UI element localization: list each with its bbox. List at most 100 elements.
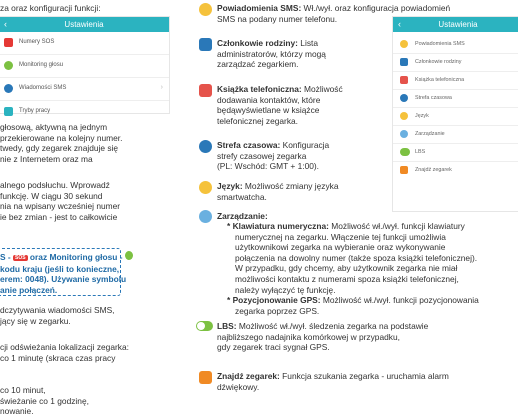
section-family: Członkowie rodziny: Lista administratoró… bbox=[217, 38, 326, 70]
text-line: Możliwość wł./wył. śledzenia zegarka na … bbox=[236, 321, 429, 331]
left-phone-header: ‹ Ustawienia bbox=[0, 17, 169, 32]
settings-item-label: Znajdź zegarek bbox=[415, 167, 452, 173]
subsection-title: * Pozycjonowanie GPS: bbox=[227, 295, 321, 306]
settings-item-language[interactable]: Język bbox=[393, 108, 518, 126]
text-line: nia na wpisany wcześniej numer bbox=[0, 201, 121, 212]
right-phone-title: Ustawienia bbox=[438, 20, 478, 29]
note-box-text: S - SOS oraz Monitoring głosu - kodu kra… bbox=[0, 251, 133, 295]
text-line: alnego podsłuchu. Wprowadź bbox=[0, 180, 110, 190]
settings-item-lbs[interactable]: LBS bbox=[393, 144, 518, 162]
note-line: S - SOS oraz Monitoring głosu - bbox=[0, 251, 133, 264]
settings-item-sos-numbers[interactable]: Numery SOS bbox=[0, 32, 169, 55]
manage-icon bbox=[199, 210, 212, 223]
language-icon bbox=[400, 112, 408, 120]
settings-item-timezone[interactable]: Strefa czasowa bbox=[393, 90, 518, 108]
section-manage: Zarządzanie: bbox=[217, 211, 268, 222]
text-line: strefy czasowej zegarka bbox=[217, 150, 307, 161]
sos-icon bbox=[4, 38, 13, 47]
right-phone-screen: ‹ Ustawienia Powiadomienia SMS Członkowi… bbox=[392, 16, 518, 212]
text-line: co 1 minutę (skraca czas pracy bbox=[0, 352, 116, 363]
text-line: numerycznej na zegarku. Włączenie tej fu… bbox=[235, 231, 446, 242]
text-line: świeżanie co 1 godzinę, bbox=[0, 395, 89, 406]
text-line: dźwiękowy. bbox=[217, 381, 260, 392]
settings-item-label: Strefa czasowa bbox=[415, 95, 452, 101]
text-line: Wł./wył. oraz konfiguracja powiadomień bbox=[301, 3, 451, 13]
find-watch-icon bbox=[400, 166, 408, 174]
section-lbs: LBS: Możliwość wł./wył. śledzenia zegark… bbox=[217, 321, 428, 353]
text-line: Lista bbox=[297, 38, 318, 48]
text-line: administratorów, którzy mogą bbox=[217, 48, 326, 59]
text-line: co 10 minut, bbox=[0, 385, 46, 395]
section-title: Strefa czasowa: bbox=[217, 140, 281, 150]
section-title: Zarządzanie: bbox=[217, 211, 268, 221]
right-phone-header: ‹ Ustawienia bbox=[393, 17, 518, 32]
toggle-icon bbox=[400, 148, 410, 156]
clock-icon bbox=[199, 140, 212, 153]
text-line: Możliwość wł./wył. funkcji pozycjonowani… bbox=[320, 295, 479, 306]
left-para5: co 10 minut, świeżanie co 1 godzinę, now… bbox=[0, 385, 89, 417]
left-para1: głosową, aktywną na jednym przekierowane… bbox=[0, 122, 122, 164]
settings-item-work-modes[interactable]: Tryby pracy bbox=[0, 101, 169, 123]
text-line: twedy, gdy zegarek znajduje się bbox=[0, 143, 119, 154]
back-arrow-icon[interactable]: ‹ bbox=[398, 17, 401, 32]
text-line: cji odświeżania lokalizacji zegarka: bbox=[0, 342, 129, 352]
text-line: zarządzać zegarkiem. bbox=[217, 59, 299, 70]
text-line: Możliwość zmiany języka bbox=[242, 181, 339, 191]
text-line: dodawania kontaktów, które bbox=[217, 94, 321, 105]
settings-item-phonebook[interactable]: Książka telefoniczna bbox=[393, 72, 518, 90]
settings-item-label: Monitoring głosu bbox=[19, 62, 64, 68]
settings-item-family[interactable]: Członkowie rodziny bbox=[393, 54, 518, 72]
note-fragment: S - bbox=[0, 252, 14, 262]
note-fragment: oraz Monitoring głosu - bbox=[29, 252, 123, 262]
text-line: W przypadku, gdy chcemy, aby użytkownik … bbox=[235, 263, 458, 274]
settings-item-label: Członkowie rodziny bbox=[415, 59, 462, 65]
message-icon bbox=[4, 84, 13, 93]
manage-icon bbox=[400, 130, 408, 138]
text-line: Funkcja szukania zegarka - uruchamia ala… bbox=[279, 371, 449, 381]
text-line: nie z Internetem oraz ma bbox=[0, 153, 93, 164]
settings-item-sms-messages[interactable]: Wiadomości SMS › bbox=[0, 78, 169, 101]
text-line: najbliższego nadajnika komórkowej w przy… bbox=[217, 331, 400, 342]
left-phone-title: Ustawienia bbox=[64, 20, 104, 29]
settings-item-find-watch[interactable]: Znajdź zegarek bbox=[393, 162, 518, 179]
text-line: należy wyłączyć tę funkcję. bbox=[235, 284, 336, 295]
family-members-icon bbox=[199, 38, 212, 51]
settings-item-manage[interactable]: Zarządzanie bbox=[393, 126, 518, 144]
family-members-icon bbox=[400, 58, 408, 66]
section-title: LBS: bbox=[217, 321, 237, 331]
text-line: połączenia na dowolny numer (także spoza… bbox=[235, 252, 478, 263]
settings-item-voice-monitoring[interactable]: Monitoring głosu bbox=[0, 55, 169, 78]
settings-item-sms-notifications[interactable]: Powiadomienia SMS bbox=[393, 36, 518, 54]
text-line: głosową, aktywną na jednym bbox=[0, 122, 108, 132]
clock-icon bbox=[400, 94, 408, 102]
toggle-icon bbox=[196, 321, 213, 331]
back-arrow-icon[interactable]: ‹ bbox=[4, 17, 7, 32]
settings-item-label: Zarządzanie bbox=[415, 131, 445, 137]
text-line: przekierowane na kolejny numer. bbox=[0, 132, 123, 143]
section-language: Język: Możliwość zmiany języka smartwatc… bbox=[217, 181, 338, 202]
text-line: jący się w zegarku. bbox=[0, 315, 71, 326]
section-timezone: Strefa czasowa: Konfiguracja strefy czas… bbox=[217, 140, 329, 172]
phonebook-icon bbox=[199, 84, 212, 97]
text-line: gdy zegarek traci sygnał GPS. bbox=[217, 342, 330, 353]
text-line: smartwatcha. bbox=[217, 191, 267, 202]
text-line: użytkownikowi zegarka na wybieranie oraz… bbox=[235, 242, 446, 253]
person-icon bbox=[4, 61, 13, 70]
person-icon bbox=[124, 251, 133, 260]
find-watch-icon bbox=[199, 371, 212, 384]
text-line: funkcję. W ciągu 30 sekund bbox=[0, 190, 103, 201]
text-line: Konfiguracja bbox=[280, 140, 330, 150]
phonebook-icon bbox=[400, 76, 408, 84]
chevron-right-icon: › bbox=[160, 84, 163, 91]
text-line: (PL: Wschód: GMT + 1:00). bbox=[217, 161, 320, 172]
sos-badge: SOS bbox=[13, 255, 28, 261]
settings-item-label: Język bbox=[415, 113, 429, 119]
text-line: Możliwość wł./wył. funkcji klawiatury bbox=[328, 221, 465, 231]
toggle-knob bbox=[197, 322, 205, 330]
settings-item-label: Książka telefoniczna bbox=[415, 77, 465, 83]
left-para2: alnego podsłuchu. Wprowadź funkcję. W ci… bbox=[0, 180, 120, 222]
section-title: Język: bbox=[217, 181, 243, 191]
section-title: Znajdź zegarek: bbox=[217, 371, 280, 381]
text-line: będąwyświetlane w książce bbox=[217, 105, 320, 116]
settings-item-label: Powiadomienia SMS bbox=[415, 41, 465, 47]
